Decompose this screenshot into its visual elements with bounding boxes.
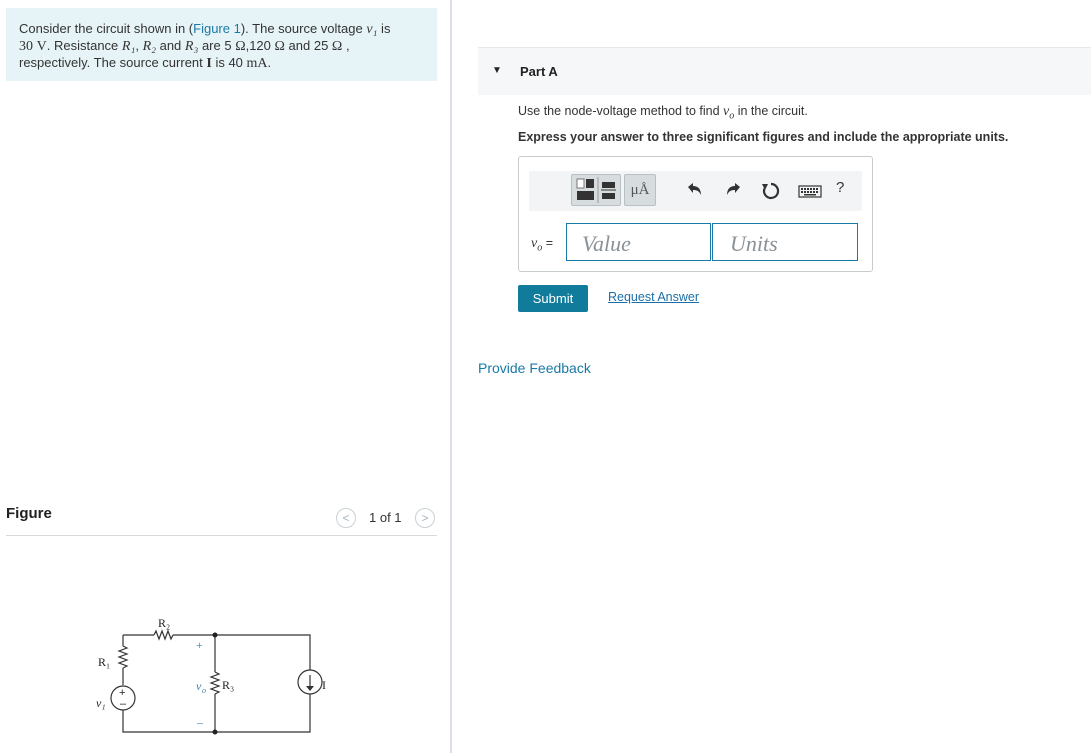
undo-icon[interactable] xyxy=(682,179,706,203)
units-button[interactable]: μÅ xyxy=(624,174,656,206)
node-bottom xyxy=(212,729,218,735)
problem-text: ). The source voltage xyxy=(240,21,367,36)
collapse-caret-icon[interactable]: ▼ xyxy=(492,65,502,76)
math-current-unit: mA xyxy=(246,56,268,71)
templates-icon xyxy=(576,177,616,203)
problem-text: respectively. The source current xyxy=(19,55,207,70)
math-v1-unit: V xyxy=(36,39,47,54)
value-input[interactable] xyxy=(566,223,711,261)
problem-text: . Resistance xyxy=(46,38,122,53)
math-r2: R₂ xyxy=(142,39,156,54)
instruction-post: in the circuit. xyxy=(734,104,808,118)
resistor-r3 xyxy=(209,671,221,695)
problem-text: is xyxy=(377,21,391,36)
equals-sign: = xyxy=(542,236,553,250)
label-v1: v₁ xyxy=(96,696,106,710)
math-ohm: Ω xyxy=(235,39,246,54)
units-input[interactable] xyxy=(712,223,858,261)
math-toolbar: μÅ ? xyxy=(529,171,862,211)
math-v1-value: 30 xyxy=(19,39,33,54)
figure-link[interactable]: Figure 1 xyxy=(193,21,241,36)
label-r2: R₂ xyxy=(158,616,170,630)
node-top xyxy=(212,632,218,638)
label-vo-plus: + xyxy=(196,638,203,652)
instruction-pre: Use the node-voltage method to find xyxy=(518,104,723,118)
next-figure-button[interactable]: > xyxy=(415,508,435,528)
part-title: Part A xyxy=(520,64,558,79)
column-divider xyxy=(450,0,452,753)
problem-text: . xyxy=(267,55,272,70)
answer-box: μÅ ? vo = xyxy=(518,156,873,272)
label-i: I xyxy=(322,678,326,692)
resistor-r2 xyxy=(153,629,174,641)
problem-text: ,120 xyxy=(245,38,275,53)
math-v1: v₁ xyxy=(366,22,378,37)
submit-button[interactable]: Submit xyxy=(518,285,588,312)
wire-top xyxy=(173,634,311,670)
instruction-text: Use the node-voltage method to find vo i… xyxy=(518,104,808,122)
figure-title: Figure xyxy=(6,505,52,522)
math-r3: R₃ xyxy=(184,39,199,54)
source-minus: – xyxy=(120,698,127,710)
help-button[interactable]: ? xyxy=(836,179,844,196)
label-r1: R₁ xyxy=(98,655,110,669)
templates-button[interactable] xyxy=(571,174,621,206)
label-vo-minus: – xyxy=(196,715,204,729)
math-ohm: Ω xyxy=(274,39,285,54)
wire-bottom xyxy=(122,694,311,733)
prev-figure-button[interactable]: < xyxy=(336,508,356,528)
circuit-diagram: R₁ R₂ R₃ v₁ I v o + – + – xyxy=(96,616,326,735)
keyboard-icon[interactable] xyxy=(797,179,823,203)
part-a-header[interactable]: ▼ Part A xyxy=(478,47,1091,95)
label-r3: R₃ xyxy=(222,678,234,692)
figure-pager: 1 of 1 xyxy=(369,510,402,525)
math-ohm: Ω xyxy=(331,39,343,54)
figure-header: Figure < 1 of 1 > xyxy=(6,505,437,536)
answer-variable-label: vo = xyxy=(531,236,553,254)
problem-text: and xyxy=(155,38,185,53)
problem-text: and 25 xyxy=(284,38,332,53)
request-answer-link[interactable]: Request Answer xyxy=(608,290,699,304)
problem-text: is 40 xyxy=(211,55,247,70)
resistor-r1 xyxy=(117,645,129,669)
provide-feedback-link[interactable]: Provide Feedback xyxy=(478,360,591,376)
math-r1: R₁ xyxy=(121,39,136,54)
problem-text: Consider the circuit shown in ( xyxy=(19,21,194,36)
express-instruction: Express your answer to three significant… xyxy=(518,130,1009,144)
redo-icon[interactable] xyxy=(722,179,746,203)
current-arrow-head xyxy=(306,686,314,691)
reset-icon[interactable] xyxy=(759,179,783,203)
problem-text: , xyxy=(342,38,350,53)
label-vo-sub: o xyxy=(202,686,206,695)
problem-text: are 5 xyxy=(198,38,236,53)
problem-text: , xyxy=(135,38,143,53)
problem-statement: Consider the circuit shown in (Figure 1)… xyxy=(6,8,437,81)
left-column: Consider the circuit shown in (Figure 1)… xyxy=(0,0,450,753)
right-column: ▼ Part A Use the node-voltage method to … xyxy=(478,0,1091,753)
